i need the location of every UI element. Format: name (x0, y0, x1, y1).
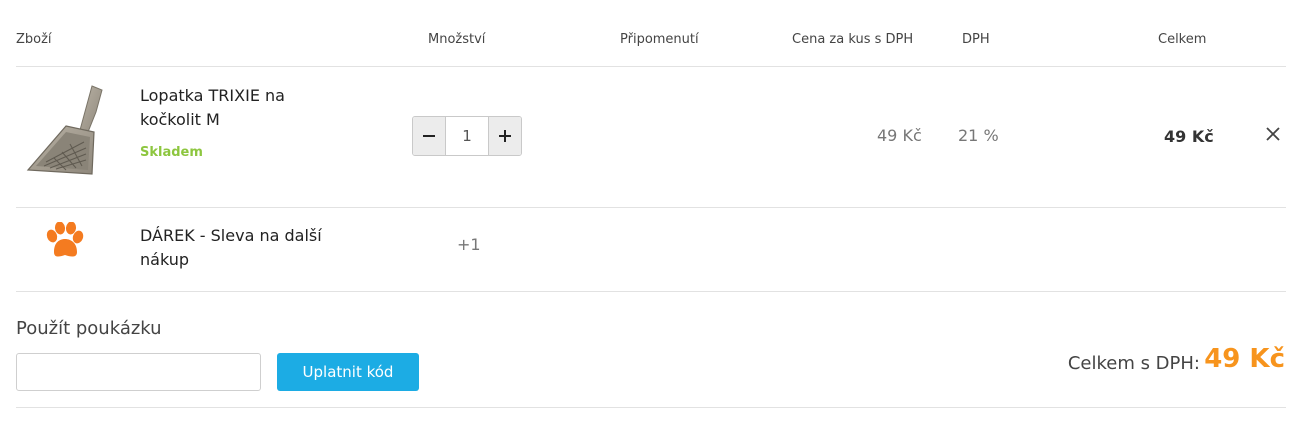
voucher-code-input[interactable] (16, 353, 261, 391)
divider (16, 207, 1286, 208)
cart: Zboží Množství Připomenutí Cena za kus s… (0, 0, 1301, 421)
voucher-title: Použít poukázku (16, 318, 162, 339)
divider (16, 66, 1286, 67)
item-total: 49 Kč (1164, 127, 1214, 146)
header-product: Zboží (16, 32, 52, 47)
apply-code-button[interactable]: Uplatnit kód (277, 353, 419, 391)
header-total: Celkem (1158, 32, 1207, 47)
increase-button[interactable] (489, 117, 521, 155)
availability-status: Skladem (140, 145, 203, 160)
litter-scoop-image[interactable] (26, 82, 106, 182)
divider (16, 291, 1286, 292)
product-name[interactable]: Lopatka TRIXIE na kočkolit M (140, 84, 340, 132)
minus-icon (423, 135, 435, 137)
quantity-input[interactable]: 1 (445, 117, 489, 155)
grand-total-label: Celkem s DPH: (1067, 353, 1200, 374)
header-quantity: Množství (428, 32, 486, 47)
divider (16, 407, 1286, 408)
header-vat: DPH (962, 32, 990, 47)
product-name: DÁREK - Sleva na další nákup (140, 226, 322, 269)
gift-quantity: +1 (457, 235, 481, 254)
decrease-button[interactable] (413, 117, 445, 155)
header-unit-price: Cena za kus s DPH (792, 32, 914, 47)
unit-price: 49 Kč (877, 126, 922, 145)
plus-icon (499, 130, 511, 142)
close-icon[interactable] (1262, 121, 1284, 147)
quantity-stepper: 1 (412, 116, 522, 156)
header-reminder: Připomenutí (620, 32, 699, 47)
paw-icon (44, 221, 84, 260)
grand-total-value: 49 Kč (1204, 344, 1285, 374)
vat-rate: 21 % (958, 126, 999, 145)
